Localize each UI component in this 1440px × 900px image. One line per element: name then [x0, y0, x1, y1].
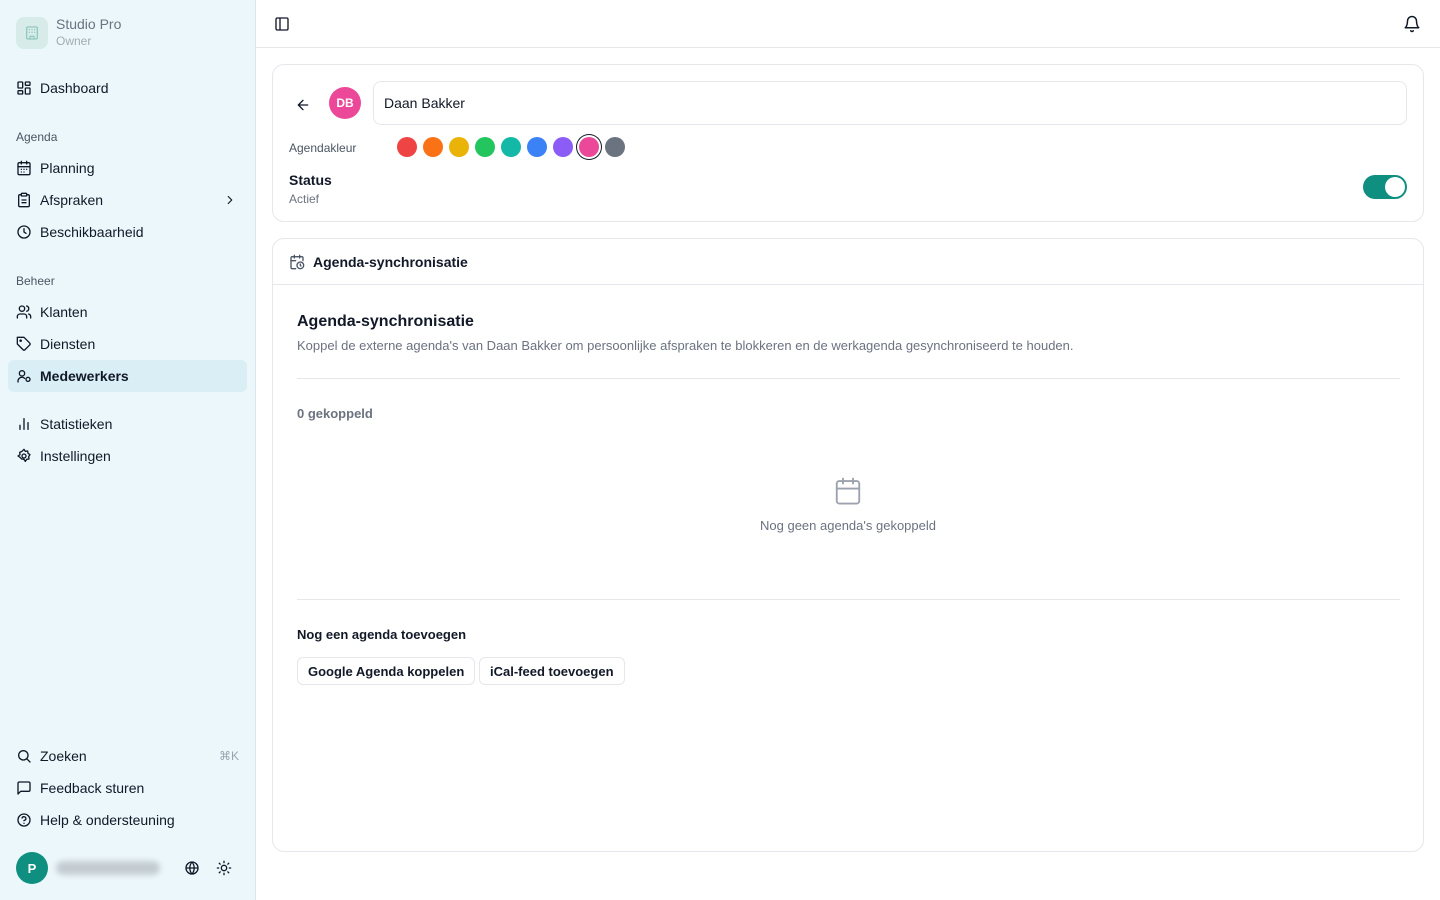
- nav-section-beheer: Beheer: [16, 274, 55, 288]
- search-shortcut: ⌘K: [218, 749, 239, 763]
- color-swatches: [397, 137, 631, 159]
- sidebar-item-feedback[interactable]: Feedback sturen: [8, 772, 247, 804]
- sidebar-item-label: Beschikbaarheid: [40, 224, 144, 240]
- brand-switcher[interactable]: Studio Pro Owner: [16, 16, 121, 50]
- color-swatch[interactable]: [501, 137, 521, 157]
- sidebar-item-label: Zoeken: [40, 748, 87, 764]
- user-team-icon: [16, 368, 32, 384]
- sidebar-item-help[interactable]: Help & ondersteuning: [8, 804, 247, 836]
- sidebar-item-label: Dashboard: [40, 80, 109, 96]
- color-swatch[interactable]: [423, 137, 443, 157]
- sidebar-item-klanten[interactable]: Klanten: [8, 296, 247, 328]
- divider: [297, 599, 1400, 600]
- calendar-clock-icon: [289, 254, 305, 270]
- calendar-sync-card: Agenda-synchronisatie Agenda-synchronisa…: [272, 238, 1424, 852]
- user-email-redacted: [56, 861, 160, 875]
- sun-icon[interactable]: [208, 852, 240, 884]
- users-icon: [16, 304, 32, 320]
- brand-role: Owner: [56, 34, 92, 48]
- globe-icon[interactable]: [176, 852, 208, 884]
- calendar-empty-icon: [833, 476, 863, 506]
- sidebar-item-medewerkers[interactable]: Medewerkers: [8, 360, 247, 392]
- sync-description: Koppel de externe agenda's van Daan Bakk…: [297, 338, 1074, 353]
- status-label: Status: [289, 172, 332, 188]
- nav-section-agenda: Agenda: [16, 130, 58, 144]
- color-swatch[interactable]: [579, 137, 599, 157]
- clipboard-icon: [16, 192, 32, 208]
- sidebar-item-diensten[interactable]: Diensten: [8, 328, 247, 360]
- user-menu[interactable]: P: [16, 852, 240, 884]
- sidebar-item-label: Help & ondersteuning: [40, 812, 175, 828]
- color-swatch[interactable]: [475, 137, 495, 157]
- bell-icon[interactable]: [1400, 12, 1424, 36]
- connected-count: 0 gekoppeld: [297, 406, 373, 421]
- divider: [297, 378, 1400, 379]
- sidebar-item-dashboard[interactable]: Dashboard: [8, 72, 247, 104]
- sidebar-item-label: Diensten: [40, 336, 96, 352]
- sidebar-item-instellingen[interactable]: Instellingen: [8, 440, 247, 472]
- color-swatch[interactable]: [553, 137, 573, 157]
- sync-card-header: Agenda-synchronisatie: [273, 239, 1423, 285]
- sidebar-item-label: Instellingen: [40, 448, 111, 464]
- color-swatch[interactable]: [605, 137, 625, 157]
- building-icon: [16, 17, 48, 49]
- status-toggle[interactable]: [1363, 175, 1407, 199]
- sidebar-item-label: Planning: [40, 160, 95, 176]
- search-icon: [16, 748, 32, 764]
- staff-name-input[interactable]: [373, 81, 1407, 125]
- staff-avatar: DB: [329, 87, 361, 119]
- sidebar-item-beschikbaarheid[interactable]: Beschikbaarheid: [8, 216, 247, 248]
- sidebar-item-statistieken[interactable]: Statistieken: [8, 408, 247, 440]
- tag-icon: [16, 336, 32, 352]
- calendar-icon: [16, 160, 32, 176]
- color-swatch[interactable]: [449, 137, 469, 157]
- help-circle-icon: [16, 812, 32, 828]
- sidebar-item-label: Feedback sturen: [40, 780, 145, 796]
- gear-icon: [16, 448, 32, 464]
- message-square-icon: [16, 780, 32, 796]
- color-swatch[interactable]: [397, 137, 417, 157]
- sidebar-item-label: Afspraken: [40, 192, 104, 208]
- sync-title: Agenda-synchronisatie: [297, 313, 474, 330]
- sidebar-item-zoeken[interactable]: Zoeken ⌘K: [8, 740, 247, 772]
- sidebar-toggle-icon[interactable]: [272, 14, 292, 34]
- sidebar-item-planning[interactable]: Planning: [8, 152, 247, 184]
- top-bar: [256, 0, 1440, 48]
- avatar[interactable]: P: [16, 852, 48, 884]
- color-swatch[interactable]: [527, 137, 547, 157]
- add-ical-button[interactable]: iCal-feed toevoegen: [479, 657, 625, 685]
- bar-chart-icon: [16, 416, 32, 432]
- sidebar: Studio Pro Owner Dashboard Agenda Planni…: [0, 0, 256, 900]
- sidebar-item-label: Klanten: [40, 304, 88, 320]
- color-label: Agendakleur: [289, 141, 357, 155]
- connect-google-button[interactable]: Google Agenda koppelen: [297, 657, 476, 685]
- dashboard-grid-icon: [16, 80, 32, 96]
- status-value: Actief: [289, 192, 320, 206]
- sidebar-item-label: Statistieken: [40, 416, 113, 432]
- clock-icon: [16, 224, 32, 240]
- add-calendar-title: Nog een agenda toevoegen: [297, 627, 467, 642]
- brand-name: Studio Pro: [56, 16, 122, 32]
- sidebar-item-label: Medewerkers: [40, 368, 129, 384]
- sync-header-title: Agenda-synchronisatie: [313, 253, 468, 270]
- arrow-left-icon[interactable]: [293, 95, 313, 115]
- chevron-right-icon[interactable]: [223, 193, 237, 210]
- toggle-knob: [1385, 177, 1405, 197]
- staff-profile-card: DB Agendakleur Status Actief: [272, 64, 1424, 222]
- sidebar-item-afspraken[interactable]: Afspraken: [8, 184, 247, 216]
- empty-state-text: Nog geen agenda's gekoppeld: [760, 518, 936, 533]
